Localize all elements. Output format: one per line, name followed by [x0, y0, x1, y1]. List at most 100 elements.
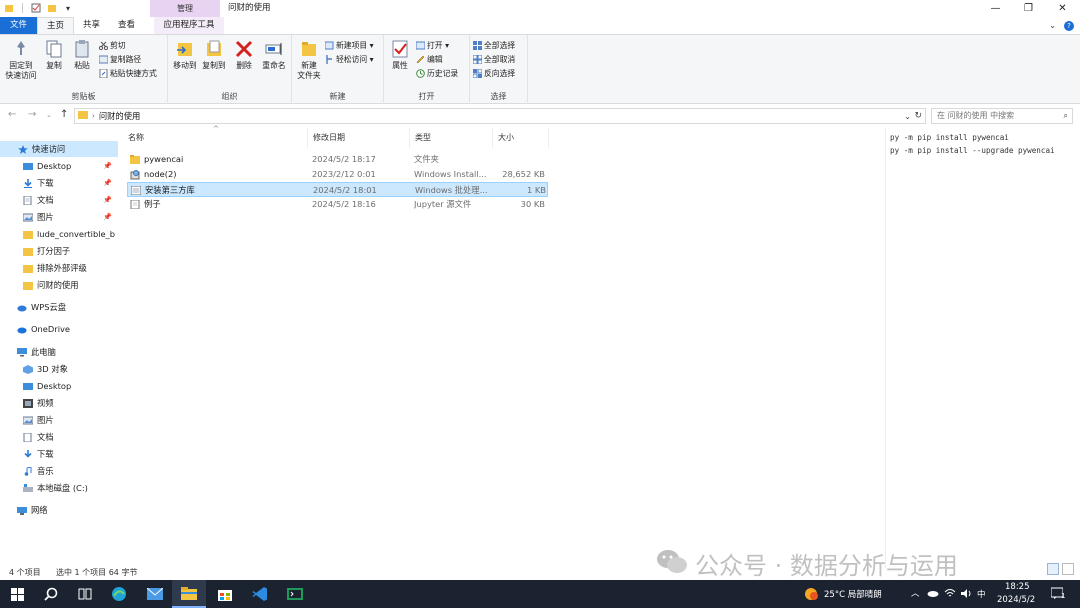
customize-toolbar-icon[interactable]: ▾ [63, 3, 73, 13]
nav-network[interactable]: 网络 [0, 502, 118, 518]
start-button[interactable] [0, 580, 34, 608]
volume-icon[interactable] [960, 588, 972, 602]
edit-button[interactable]: 编辑 [416, 53, 443, 65]
vscode-button[interactable] [243, 580, 277, 608]
help-icon[interactable]: ? [1064, 20, 1074, 31]
clock-date[interactable]: 2024/5/2 [997, 595, 1035, 605]
wifi-icon[interactable] [944, 587, 956, 602]
file-row[interactable]: pywencai 2024/5/2 18:17 文件夹 [127, 152, 548, 167]
search-input[interactable]: 在 问财的使用 中搜索 ⌕ [931, 108, 1073, 124]
search-icon[interactable]: ⌕ [1064, 109, 1068, 123]
properties-button[interactable]: 属性 [387, 39, 413, 71]
nav-label: Desktop [37, 381, 72, 391]
address-dropdown-icon[interactable]: ⌄ [904, 112, 911, 121]
history-button[interactable]: 历史记录 [416, 67, 458, 79]
nav-wps-cloud[interactable]: WPS云盘 [0, 299, 118, 315]
large-icons-view-icon[interactable] [1062, 563, 1074, 575]
nav-item-pictures[interactable]: 图片 📌 [0, 209, 118, 225]
nav-item-pictures[interactable]: 图片 [0, 412, 118, 428]
back-arrow-icon[interactable]: ← [8, 109, 16, 120]
mail-button[interactable] [138, 580, 172, 608]
tab-app-tools[interactable]: 应用程序工具 [154, 17, 225, 34]
terminal-button[interactable] [278, 580, 312, 608]
nav-item-music[interactable]: 音乐 [0, 463, 118, 479]
invert-selection-button[interactable]: 反向选择 [472, 67, 515, 79]
tab-file[interactable]: 文件 [0, 17, 38, 34]
nav-item-videos[interactable]: 视频 [0, 395, 118, 411]
weather-text[interactable]: 25°C 局部晴朗 [824, 588, 882, 600]
input-method-indicator[interactable]: 中 [977, 588, 986, 600]
close-button[interactable]: ✕ [1046, 0, 1079, 17]
selection-info: 选中 1 个项目 64 字节 [56, 568, 138, 577]
nav-item-folder[interactable]: 打分因子 [0, 243, 118, 259]
address-bar[interactable]: › 问财的使用 ⌄ ↻ [74, 108, 926, 124]
select-all-button[interactable]: 全部选择 [473, 39, 515, 51]
minimize-button[interactable]: — [979, 0, 1012, 17]
nav-quick-access[interactable]: 快速访问 [0, 141, 118, 157]
nav-item-documents[interactable]: 文档 [0, 429, 118, 445]
nav-item-desktop[interactable]: Desktop 📌 [0, 158, 118, 174]
paste-shortcut-button[interactable]: 粘贴快捷方式 [99, 67, 157, 79]
nav-label: 文档 [37, 432, 54, 442]
nav-item-downloads[interactable]: 下载 [0, 446, 118, 462]
file-explorer-button[interactable] [172, 580, 206, 608]
search-button[interactable] [34, 580, 68, 608]
copy-button[interactable]: 复制 [42, 39, 66, 71]
cloud-sync-icon[interactable] [927, 589, 939, 600]
edge-button[interactable] [102, 580, 136, 608]
new-item-button[interactable]: 新建项目 ▾ [324, 39, 374, 51]
collapse-ribbon-icon[interactable]: ⌄ [1049, 21, 1056, 30]
nav-item-local-disk[interactable]: 本地磁盘 (C:) [0, 480, 118, 496]
refresh-icon[interactable]: ↻ [914, 111, 922, 121]
nav-item-3d-objects[interactable]: 3D 对象 [0, 361, 118, 377]
column-size[interactable]: 大小 [493, 128, 549, 148]
properties-check-icon[interactable] [31, 3, 41, 13]
column-modified[interactable]: 修改日期 [308, 128, 410, 148]
copy-to-button[interactable]: 复制到 [200, 39, 228, 71]
nav-onedrive[interactable]: OneDrive [0, 321, 118, 337]
nav-item-folder[interactable]: 问财的使用 [0, 277, 118, 293]
clock-time[interactable]: 18:25 [1005, 582, 1030, 592]
column-type[interactable]: 类型 [410, 128, 493, 148]
tab-home[interactable]: 主页 [37, 17, 75, 34]
item-count: 4 个项目 [9, 568, 41, 577]
store-button[interactable] [208, 580, 242, 608]
pin-quick-access-button[interactable]: 固定到 快速访问 [4, 39, 38, 81]
recent-locations-icon[interactable]: ⌄ [46, 111, 52, 119]
task-view-button[interactable] [68, 580, 102, 608]
weather-icon[interactable] [803, 586, 819, 605]
paste-button[interactable]: 粘贴 [70, 39, 94, 71]
cut-button[interactable]: 剪切 [98, 39, 126, 51]
nav-item-folder[interactable]: lude_convertible_b [0, 226, 118, 242]
up-arrow-icon[interactable]: ↑ [60, 109, 68, 120]
new-folder-label-1: 新建 [301, 61, 317, 70]
nav-item-documents[interactable]: 文档 📌 [0, 192, 118, 208]
maximize-button[interactable]: ❐ [1012, 0, 1045, 17]
new-folder-icon[interactable] [47, 3, 57, 13]
breadcrumb-current[interactable]: 问财的使用 [99, 110, 141, 122]
move-to-button[interactable]: 移动到 [171, 39, 199, 71]
file-row[interactable]: 例子 2024/5/2 18:16 Jupyter 源文件 30 KB [127, 197, 548, 212]
file-row-selected[interactable]: 安装第三方库 2024/5/2 18:01 Windows 批处理... 1 K… [127, 182, 548, 197]
rename-button[interactable]: 重命名 [260, 39, 288, 71]
tab-share[interactable]: 共享 [74, 17, 109, 34]
copy-path-button[interactable]: 复制路径 [98, 53, 141, 65]
file-row[interactable]: node(2) 2023/2/12 0:01 Windows Install..… [127, 167, 548, 182]
forward-arrow-icon[interactable]: → [28, 109, 36, 120]
delete-button[interactable]: 删除 [232, 39, 256, 71]
nav-item-desktop[interactable]: Desktop [0, 378, 118, 394]
select-none-button[interactable]: 全部取消 [472, 53, 515, 65]
nav-item-folder[interactable]: 排除外部评级 [0, 260, 118, 276]
folder-icon[interactable] [4, 3, 14, 13]
tab-view[interactable]: 查看 [109, 17, 144, 34]
nav-this-pc[interactable]: 此电脑 [0, 344, 118, 360]
open-button[interactable]: 打开 ▾ [415, 39, 449, 51]
context-tab-manage[interactable]: 管理 [150, 0, 220, 17]
easy-access-button[interactable]: 轻松访问 ▾ [325, 53, 374, 65]
file-explorer-icon [181, 586, 197, 600]
show-hidden-icons[interactable]: ︿ [911, 587, 920, 599]
new-folder-button[interactable]: 新建 文件夹 [294, 39, 324, 81]
nav-item-downloads[interactable]: 下载 📌 [0, 175, 118, 191]
details-view-icon[interactable] [1047, 563, 1059, 575]
picture-icon [22, 213, 34, 222]
